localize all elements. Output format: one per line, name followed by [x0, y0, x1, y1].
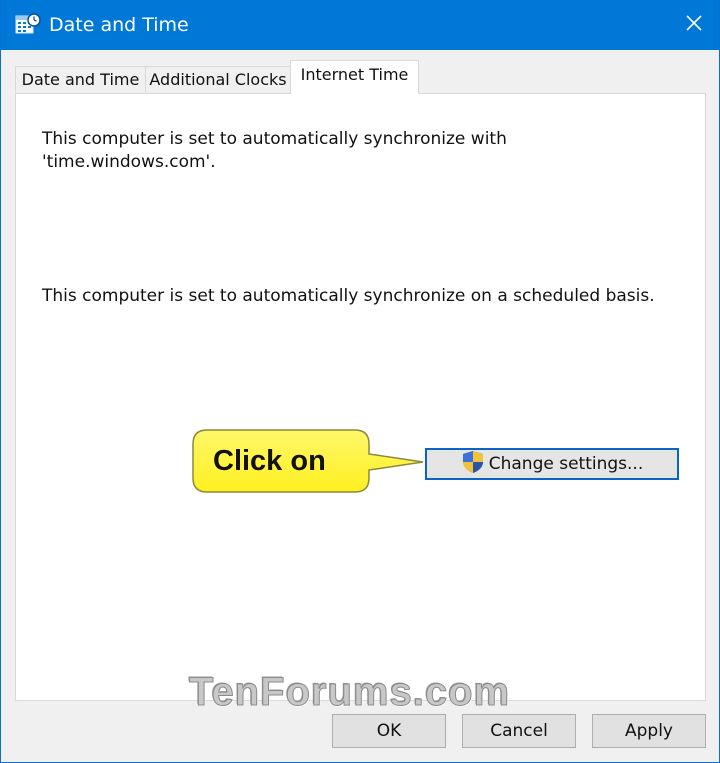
close-icon	[685, 14, 703, 36]
change-settings-button[interactable]: Change settings...	[425, 448, 679, 480]
cancel-button[interactable]: Cancel	[462, 714, 576, 748]
internet-time-panel: This computer is set to automatically sy…	[15, 93, 706, 701]
title-bar: Date and Time	[1, 0, 719, 50]
apply-button[interactable]: Apply	[592, 714, 706, 748]
close-button[interactable]	[669, 0, 719, 50]
tab-additional-clocks[interactable]: Additional Clocks	[145, 66, 291, 92]
ok-button[interactable]: OK	[332, 714, 446, 748]
tab-internet-time[interactable]: Internet Time	[290, 60, 419, 94]
uac-shield-icon	[461, 450, 485, 479]
date-time-dialog: Date and Time Date and Time Additional C…	[0, 0, 720, 763]
tab-date-and-time[interactable]: Date and Time	[15, 66, 146, 92]
sync-server-line-2: 'time.windows.com'.	[42, 152, 216, 172]
change-settings-label: Change settings...	[488, 454, 644, 474]
sync-server-line-1: This computer is set to automatically sy…	[42, 129, 507, 149]
window-title: Date and Time	[49, 14, 189, 36]
sync-schedule-text: This computer is set to automatically sy…	[42, 286, 655, 306]
callout-text: Click on	[213, 445, 326, 477]
sync-server-text: This computer is set to automatically sy…	[42, 128, 507, 174]
date-time-icon	[15, 12, 41, 36]
watermark-text: TenForums.com	[188, 670, 511, 715]
